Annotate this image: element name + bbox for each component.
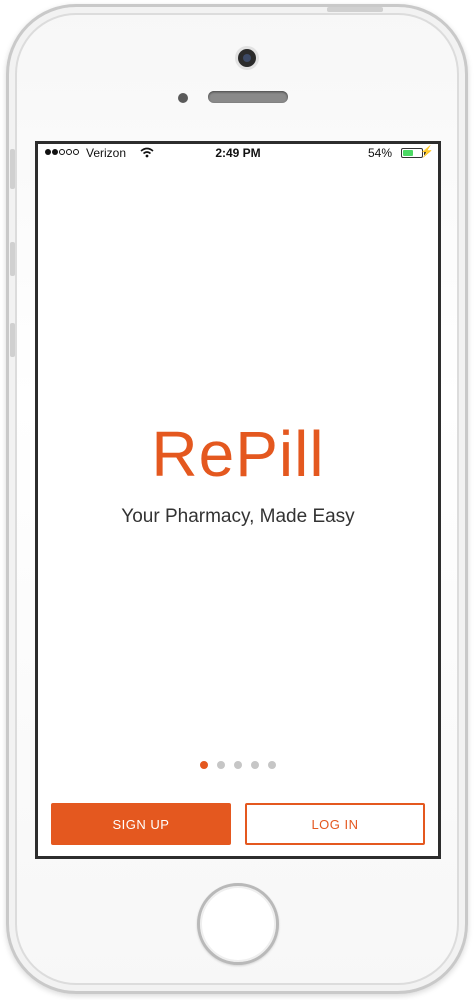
charging-bolt-icon: ⚡ — [420, 146, 434, 158]
volume-up-button — [10, 242, 15, 276]
page-dot[interactable] — [200, 761, 208, 769]
battery-percentage: 54% — [367, 146, 392, 160]
onboarding-page-indicator — [38, 761, 438, 769]
power-button — [327, 7, 383, 12]
home-button[interactable] — [197, 883, 279, 965]
app-tagline: Your Pharmacy, Made Easy — [121, 506, 355, 527]
sign-up-button[interactable]: SIGN UP — [51, 803, 231, 845]
app-logo-text: RePill — [151, 418, 325, 490]
page-dot[interactable] — [217, 761, 225, 769]
status-bar: Verizon 2:49 PM 54% ⚡ — [38, 144, 438, 164]
page-dot[interactable] — [268, 761, 276, 769]
front-camera-icon — [238, 49, 256, 67]
app-screen: Verizon 2:49 PM 54% ⚡ RePill Your Pharma… — [35, 141, 441, 859]
page-dot[interactable] — [251, 761, 259, 769]
mute-switch — [10, 149, 15, 189]
proximity-sensor — [178, 93, 188, 103]
earpiece-speaker — [208, 91, 288, 103]
volume-down-button — [10, 323, 15, 357]
page-dot[interactable] — [234, 761, 242, 769]
log-in-button[interactable]: LOG IN — [245, 803, 425, 845]
